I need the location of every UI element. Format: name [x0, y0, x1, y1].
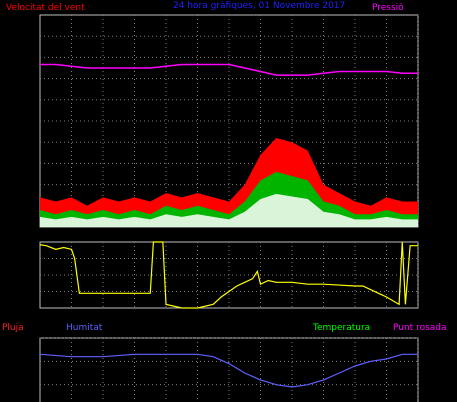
wind-title: Velocitat del vent: [6, 3, 85, 13]
rain-label: Pluja: [2, 323, 24, 333]
pressure-title: Pressió: [372, 2, 404, 13]
humidity-label: Humitat: [66, 323, 103, 333]
weather-charts: Velocitat del vent 24 hora gràfiques, 01…: [2, 1, 447, 402]
temperature-label: Temperatura: [312, 323, 370, 333]
chart-title: 24 hora gràfiques, 01 Novembre 2017: [173, 1, 345, 11]
dewpoint-label: Punt rosada: [393, 323, 447, 333]
